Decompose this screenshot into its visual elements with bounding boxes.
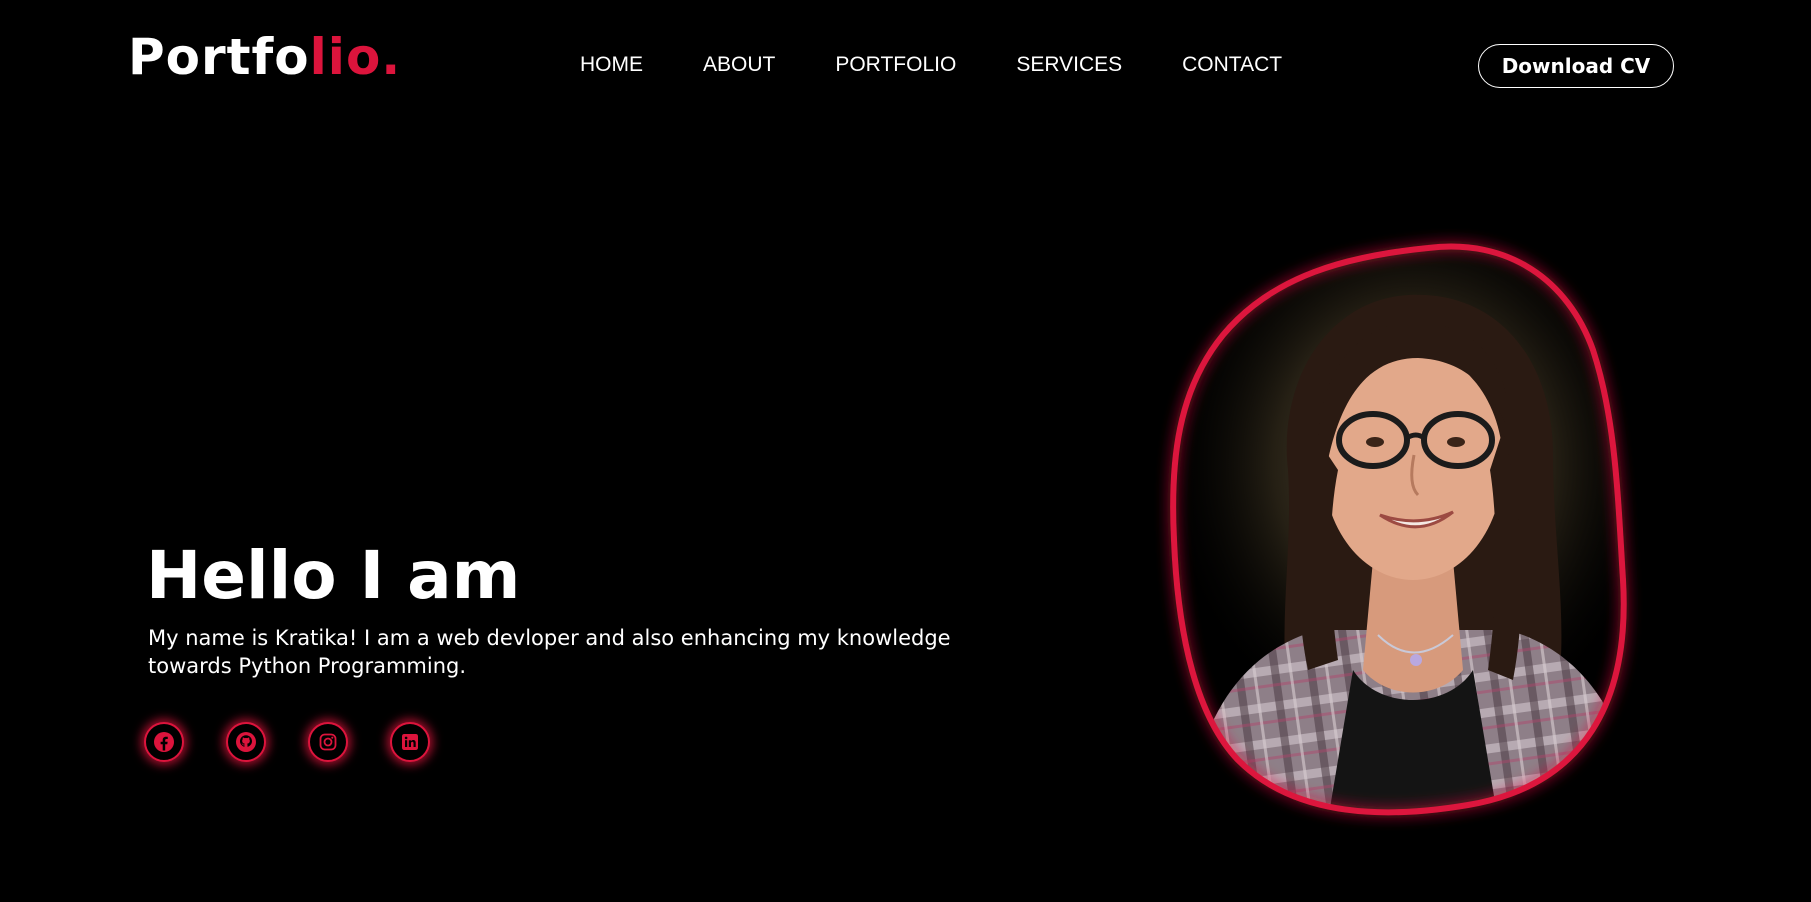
logo-main: Portfo bbox=[128, 28, 310, 86]
page: Portfolio. HOME ABOUT PORTFOLIO SERVICES… bbox=[0, 0, 1811, 902]
hero-description: My name is Kratika! I am a web devloper … bbox=[148, 626, 951, 678]
logo-accent: lio. bbox=[309, 28, 402, 86]
profile-photo-graphic bbox=[1170, 243, 1627, 816]
facebook-icon bbox=[154, 732, 174, 752]
main-nav: HOME ABOUT PORTFOLIO SERVICES CONTACT bbox=[580, 48, 1282, 82]
hero-title: Hello I am bbox=[146, 537, 521, 614]
facebook-link[interactable] bbox=[144, 722, 184, 762]
download-cv-button[interactable]: Download CV bbox=[1478, 44, 1674, 88]
linkedin-icon bbox=[402, 734, 418, 750]
social-links bbox=[144, 722, 430, 762]
nav-home[interactable]: HOME bbox=[580, 48, 643, 82]
instagram-link[interactable] bbox=[308, 722, 348, 762]
nav-contact[interactable]: CONTACT bbox=[1182, 48, 1282, 82]
nav-services[interactable]: SERVICES bbox=[1016, 48, 1122, 82]
profile-photo bbox=[1168, 240, 1668, 820]
github-icon bbox=[236, 732, 256, 752]
linkedin-link[interactable] bbox=[390, 722, 430, 762]
logo[interactable]: Portfolio. bbox=[128, 24, 401, 90]
github-link[interactable] bbox=[226, 722, 266, 762]
instagram-icon bbox=[319, 733, 337, 751]
nav-about[interactable]: ABOUT bbox=[703, 48, 775, 82]
nav-portfolio[interactable]: PORTFOLIO bbox=[835, 48, 956, 82]
